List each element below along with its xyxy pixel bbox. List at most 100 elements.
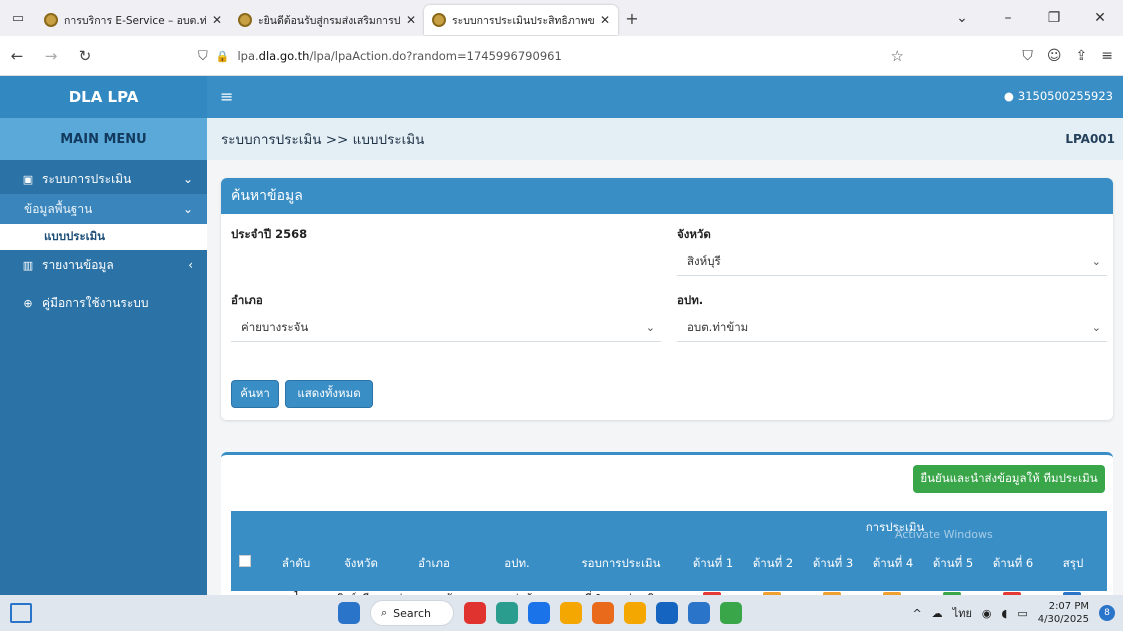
volume-icon[interactable]: ◖	[1002, 607, 1008, 620]
province-select[interactable]: สิงห์บุรี ⌄	[677, 248, 1107, 276]
pocket-icon[interactable]: ⛉	[1022, 48, 1033, 64]
district-label: อำเภอ	[231, 293, 263, 307]
tab-title: การบริการ E-Service – อบต.ท่าข้า	[64, 14, 206, 27]
tab-close-icon[interactable]: ✕	[406, 13, 416, 27]
firefox-icon[interactable]	[592, 602, 614, 624]
onedrive-icon[interactable]: ☁	[932, 607, 943, 620]
year-label: ประจำปี 2568	[231, 227, 308, 241]
main-content: ระบบการประเมิน >> แบบประเมิน LPA001 ค้นห…	[207, 118, 1123, 605]
select-all-checkbox[interactable]	[239, 555, 251, 567]
start-icon[interactable]	[338, 602, 360, 624]
column-header[interactable]: รอบการประเมิน	[565, 555, 677, 573]
breadcrumb: ระบบการประเมิน >> แบบประเมิน	[221, 132, 425, 148]
sidebar-item-assessment-form[interactable]: แบบประเมิน	[0, 224, 207, 250]
column-header[interactable]: ด้านที่ 4	[863, 555, 923, 573]
clock[interactable]: 2:07 PM 4/30/2025	[1038, 600, 1089, 626]
tracking-shield-icon[interactable]: ⛉	[198, 49, 208, 64]
back-icon[interactable]: ←	[0, 47, 34, 65]
confirm-submit-button[interactable]: ยืนยันและนำส่งข้อมูลให้ ทีมประเมิน	[913, 465, 1105, 493]
url-bar[interactable]: ⛉ 🔒 lpa.dla.go.th/lpa/lpaAction.do?rando…	[192, 41, 912, 71]
clock-date: 4/30/2025	[1037, 614, 1089, 625]
close-window-button[interactable]: ✕	[1077, 10, 1123, 26]
column-header[interactable]: ด้านที่ 5	[923, 555, 983, 573]
district-select[interactable]: ค่ายบางระจัน ⌄	[231, 314, 661, 342]
taskbar-apps: ⌕ Search	[338, 599, 742, 627]
browser-tab-lpa[interactable]: ระบบการประเมินประสิทธิภาพของ ✕	[424, 5, 618, 35]
battery-icon[interactable]: ▭	[1017, 607, 1027, 620]
column-header[interactable]: ด้านที่ 3	[803, 555, 863, 573]
tab-close-icon[interactable]: ✕	[212, 13, 222, 27]
forward-icon[interactable]: →	[34, 47, 68, 65]
security-icon[interactable]	[656, 602, 678, 624]
column-header[interactable]: ลำดับ	[271, 555, 321, 573]
search-panel-title: ค้นหาข้อมูล	[221, 178, 1113, 214]
browser-tab-dla-welcome[interactable]: ะยินดีต้อนรับสู่กรมส่งเสริมการปกค ✕	[230, 5, 424, 35]
column-header[interactable]: อำเภอ	[399, 555, 469, 573]
tab-dropdown-icon[interactable]: ⌄	[939, 10, 985, 26]
taskbar-search[interactable]: ⌕ Search	[370, 600, 454, 626]
tab-close-icon[interactable]: ✕	[600, 13, 610, 27]
column-header[interactable]: ด้านที่ 1	[683, 555, 743, 573]
lao-select[interactable]: อบต.ท่าข้าม ⌄	[677, 314, 1107, 342]
notification-badge[interactable]: 8	[1099, 605, 1115, 621]
sidebar-item-basic-data[interactable]: ข้อมูลพื้นฐาน ⌄	[0, 194, 207, 224]
app-brand[interactable]: DLA LPA	[0, 76, 207, 118]
search-label: Search	[393, 606, 431, 620]
show-all-button[interactable]: แสดงทั้งหมด	[285, 380, 373, 408]
lock-icon[interactable]: 🔒	[216, 50, 230, 63]
main-menu-title: MAIN MENU	[0, 118, 207, 160]
search-button[interactable]: ค้นหา	[231, 380, 279, 408]
search-panel: ค้นหาข้อมูล ประจำปี 2568 จังหวัด สิงห์บุ…	[221, 178, 1113, 420]
app-menu-icon[interactable]: ≡	[1101, 48, 1113, 64]
sidebar-item-user-manual[interactable]: ⊕ คู่มือการใช้งานระบบ	[0, 288, 207, 318]
site-favicon-icon	[238, 13, 252, 27]
reload-icon[interactable]: ↻	[68, 47, 102, 65]
sidebar-item-assessment-system[interactable]: ▣ ระบบการประเมิน ⌄	[0, 164, 207, 194]
browser-nav-bar: ← → ↻ ⛉ 🔒 lpa.dla.go.th/lpa/lpaAction.do…	[0, 36, 1123, 76]
column-header[interactable]: ด้านที่ 2	[743, 555, 803, 573]
sidebar-item-reports[interactable]: ▥ รายงานข้อมูล ‹	[0, 250, 207, 280]
restore-button[interactable]: ❐	[1031, 10, 1077, 26]
column-header[interactable]: ด้านที่ 6	[983, 555, 1043, 573]
hamburger-icon[interactable]: ≡	[220, 87, 233, 106]
help-circle-icon: ⊕	[23, 296, 33, 310]
app-header: DLA LPA ≡ ● 3150500255923	[0, 76, 1123, 118]
meet-icon[interactable]	[464, 602, 486, 624]
edge-icon[interactable]	[528, 602, 550, 624]
bookmark-star-icon[interactable]: ☆	[891, 47, 904, 65]
tab-title: ะยินดีต้อนรับสู่กรมส่งเสริมการปกค	[258, 14, 400, 27]
window-controls: ⌄ – ❐ ✕	[939, 0, 1123, 36]
wifi-icon[interactable]: ◉	[982, 607, 992, 620]
new-tab-button[interactable]: +	[618, 9, 646, 28]
file-explorer-icon[interactable]	[624, 602, 646, 624]
extensions-icon[interactable]: ⇪	[1076, 48, 1088, 64]
chevron-down-icon: ⌄	[182, 172, 193, 186]
line-icon[interactable]	[720, 602, 742, 624]
sidebar-item-label: คู่มือการใช้งานระบบ	[42, 295, 149, 310]
user-icon: ●	[1003, 89, 1014, 103]
lao-label: อปท.	[677, 293, 704, 307]
url-path: /lpa/lpaAction.do?random=1745996790961	[309, 49, 562, 63]
tab-title: ระบบการประเมินประสิทธิภาพของ	[452, 14, 594, 27]
chrome-icon[interactable]	[496, 602, 518, 624]
mail-icon[interactable]	[560, 602, 582, 624]
column-header[interactable]: จังหวัด	[331, 555, 391, 573]
account-icon[interactable]: ☺	[1047, 48, 1062, 64]
widgets-icon[interactable]	[10, 603, 32, 623]
word-icon[interactable]	[688, 602, 710, 624]
language-indicator[interactable]: ไทย	[953, 604, 972, 622]
windows-taskbar: ⌕ Search ^ ☁ ไทย ◉ ◖ ▭ 2:07 PM 4/30/2025	[0, 595, 1123, 631]
site-favicon-icon	[432, 13, 446, 27]
tray-overflow-icon[interactable]: ^	[912, 607, 921, 620]
browser-tab-eservice[interactable]: การบริการ E-Service – อบต.ท่าข้า ✕	[36, 5, 230, 35]
sidebar-item-label: แบบประเมิน	[44, 229, 106, 243]
column-header[interactable]: สรุป	[1043, 555, 1103, 573]
minimize-button[interactable]: –	[985, 10, 1031, 26]
browser-toolbar: ⛉ ☺ ⇪ ≡	[1022, 36, 1113, 76]
column-header[interactable]: อปท.	[477, 555, 557, 573]
url-domain: dla.go.th	[258, 49, 310, 63]
user-account[interactable]: ● 3150500255923	[1004, 89, 1113, 103]
tab-list-icon[interactable]: ▭	[0, 0, 36, 36]
site-favicon-icon	[44, 13, 58, 27]
page-code: LPA001	[1065, 132, 1115, 146]
